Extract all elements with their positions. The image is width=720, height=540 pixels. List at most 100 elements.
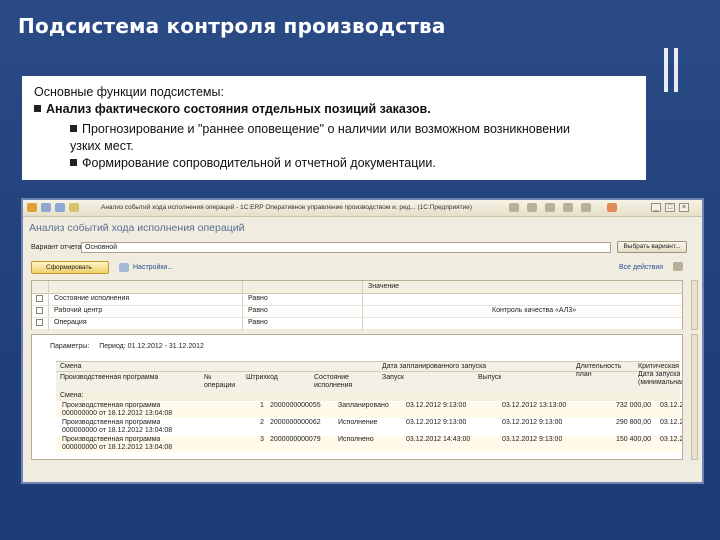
row-program-doc: 000000000 от 18.12.2012 13:04:08 xyxy=(62,427,173,434)
header-critical-3: (минимальная) xyxy=(638,379,683,386)
row-op-no: 3 xyxy=(260,436,264,443)
row-release: 03.12.2012 9:13:00 xyxy=(502,436,563,443)
header-duration-2: план xyxy=(576,371,592,378)
app-window: Анализ событий хода исполнения операций … xyxy=(21,198,704,484)
header-state-2: исполнения xyxy=(314,382,353,389)
tool-icon[interactable] xyxy=(563,203,573,212)
slide-background: Подсистема контроля производства Основны… xyxy=(0,0,720,540)
close-icon[interactable]: × xyxy=(679,203,689,212)
header-critical: Критическая xyxy=(638,363,679,370)
row-program-doc: 000000000 от 18.12.2012 13:04:08 xyxy=(62,410,173,417)
square-bullet-icon xyxy=(70,125,77,133)
sub-bullet-item: Формирование сопроводительной и отчетной… xyxy=(70,156,436,170)
row-program: Производственная программа xyxy=(62,402,161,409)
tool-icon[interactable] xyxy=(581,203,591,212)
sub-bullet-continuation: узких мест. xyxy=(70,139,134,153)
filter-name: Состояние исполнения xyxy=(54,295,130,302)
report-heading: Анализ событий хода исполнения операций xyxy=(29,222,245,234)
table-row[interactable]: Производственная программа 000000000 от … xyxy=(56,419,683,435)
group-label: Смена: xyxy=(60,392,84,399)
header-barcode: Штрихкод xyxy=(246,374,278,381)
filter-value: Контроль качества «АЛ3» xyxy=(492,307,577,314)
forward-icon[interactable] xyxy=(55,203,65,212)
filter-checkbox[interactable] xyxy=(36,307,43,314)
filter-checkbox[interactable] xyxy=(36,295,43,302)
sub-bullet-item: Прогнозирование и "раннее оповещение" о … xyxy=(70,122,570,136)
row-state: Исполнено xyxy=(338,436,374,443)
row-start: 03.12.2012 9:13:00 xyxy=(406,419,467,426)
row-duration: 290 800,00 xyxy=(616,419,652,426)
tool-icon[interactable] xyxy=(527,203,537,212)
row-start: 03.12.2012 9:13:00 xyxy=(406,402,467,409)
header-op-no-2: операции xyxy=(204,382,236,389)
header-dates-group: Дата запланированного запуска xyxy=(382,363,487,370)
minimize-icon[interactable]: _ xyxy=(651,203,661,212)
header-state: Состояние xyxy=(314,374,349,381)
decorative-bar xyxy=(664,48,668,92)
all-actions-menu[interactable]: Все действия xyxy=(619,264,663,271)
bullet-item: Анализ фактического состояния отдельных … xyxy=(34,102,431,116)
decorative-bar xyxy=(674,48,678,92)
app-icon xyxy=(27,203,37,212)
section-heading: Основные функции подсистемы: xyxy=(34,85,224,99)
row-program-doc: 000000000 от 18.12.2012 13:04:08 xyxy=(62,444,173,451)
parameters-value: Период: 01.12.2012 - 31.12.2012 xyxy=(99,343,204,350)
content-panel: Основные функции подсистемы: Анализ факт… xyxy=(22,76,646,180)
tool-icon[interactable] xyxy=(509,203,519,212)
row-release: 03.12.2012 9:13:00 xyxy=(502,419,563,426)
header-critical-2: Дата запуска xyxy=(638,371,681,378)
row-state: Исполнение xyxy=(338,419,378,426)
row-program: Производственная программа xyxy=(62,436,161,443)
group-row[interactable]: Смена: xyxy=(56,392,680,401)
filter-condition: Равно xyxy=(248,295,268,302)
window-titlebar: Анализ событий хода исполнения операций … xyxy=(23,200,702,217)
filter-checkbox[interactable] xyxy=(36,319,43,326)
info-icon[interactable] xyxy=(607,203,617,212)
settings-link[interactable]: Настройки... xyxy=(133,264,173,271)
help-icon[interactable] xyxy=(673,262,683,271)
table-row[interactable]: Производственная программа 000000000 от … xyxy=(56,402,683,418)
row-barcode: 2000000000079 xyxy=(270,436,321,443)
variant-select[interactable]: Основной xyxy=(81,242,611,253)
tool-icon[interactable] xyxy=(545,203,555,212)
variant-value: Основной xyxy=(85,244,118,251)
header-duration: Длительность xyxy=(576,363,622,370)
row-program: Производственная программа xyxy=(62,419,161,426)
header-shift: Смена xyxy=(60,363,82,370)
row-state: Запланировано xyxy=(338,402,389,409)
row-barcode: 2000000000055 xyxy=(270,402,321,409)
square-bullet-icon xyxy=(70,159,77,167)
filter-condition: Равно xyxy=(248,319,268,326)
report-table: Параметры: Период: 01.12.2012 - 31.12.20… xyxy=(31,334,683,460)
row-critical: 03.12.2012 9:13:00 xyxy=(660,419,683,426)
row-critical: 03.12.2012 9:13:00 xyxy=(660,436,683,443)
filter-header-value: Значение xyxy=(368,283,400,290)
back-icon[interactable] xyxy=(41,203,51,212)
favorites-star-icon[interactable] xyxy=(69,203,79,212)
row-critical: 03.12.2012 9:13:00 xyxy=(660,402,683,409)
filters-scrollbar[interactable] xyxy=(691,280,698,330)
report-scrollbar[interactable] xyxy=(691,334,698,460)
generate-label: Сформировать xyxy=(46,264,92,271)
settings-icon[interactable] xyxy=(119,263,129,272)
variant-label: Вариант отчета: xyxy=(31,244,84,251)
header-op-no: № xyxy=(204,374,212,381)
filter-name: Операция xyxy=(54,319,87,326)
slide-title: Подсистема контроля производства xyxy=(18,14,446,38)
row-release: 03.12.2012 13:13:00 xyxy=(502,402,567,409)
table-row[interactable]: Производственная программа 000000000 от … xyxy=(56,436,683,452)
header-release: Выпуск xyxy=(478,374,502,381)
parameters-label: Параметры: xyxy=(50,343,90,350)
row-op-no: 2 xyxy=(260,419,264,426)
row-start: 03.12.2012 14:43:00 xyxy=(406,436,471,443)
sub-bullet-text: Прогнозирование и "раннее оповещение" о … xyxy=(82,122,571,136)
filter-name: Рабочий центр xyxy=(54,307,103,314)
filter-row[interactable]: Операция Равно xyxy=(32,317,682,330)
square-bullet-icon xyxy=(34,105,41,113)
generate-button[interactable]: Сформировать xyxy=(31,261,109,274)
filters-table: Значение Состояние исполнения Равно Рабо… xyxy=(31,280,683,331)
row-duration: 732 000,00 xyxy=(616,402,652,409)
row-duration: 150 400,00 xyxy=(616,436,652,443)
choose-variant-button[interactable]: Выбрать вариант... xyxy=(617,241,687,253)
maximize-icon[interactable]: □ xyxy=(665,203,675,212)
